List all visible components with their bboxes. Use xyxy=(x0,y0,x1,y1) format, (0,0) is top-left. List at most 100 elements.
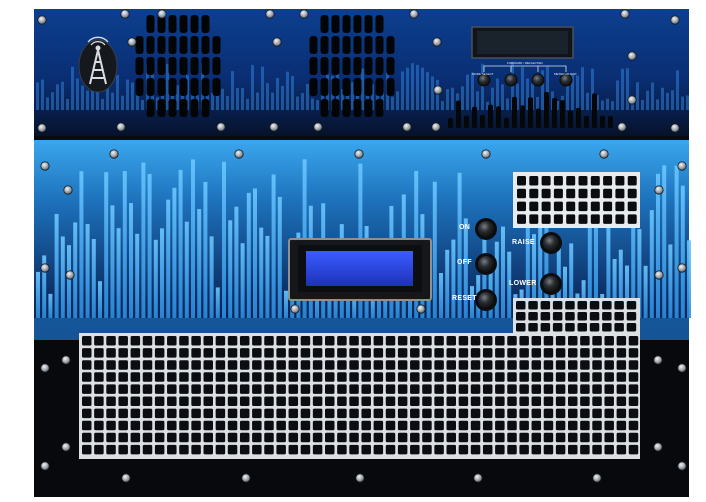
grille-hole xyxy=(604,396,614,406)
grille-hole xyxy=(215,396,226,406)
mid-vent-grille xyxy=(513,298,640,334)
eq-bar xyxy=(240,243,245,318)
grille-hole xyxy=(543,336,554,346)
vent-slot xyxy=(146,36,155,54)
eq-bar xyxy=(296,96,299,110)
grille-hole xyxy=(154,408,165,419)
grille-hole xyxy=(555,384,566,394)
grille-hole xyxy=(541,201,551,212)
grille-hole xyxy=(276,444,286,455)
grille-hole xyxy=(227,384,238,394)
vent-slot xyxy=(179,99,188,117)
grille-hole xyxy=(470,420,481,431)
grille-hole xyxy=(252,432,262,443)
grille-hole xyxy=(288,408,299,419)
grille-hole xyxy=(555,444,566,455)
grille-hole xyxy=(142,396,153,406)
vent-slot xyxy=(353,36,362,54)
grille-hole xyxy=(167,360,177,370)
grille-hole xyxy=(565,312,575,321)
grille-hole xyxy=(627,188,637,199)
grille-hole xyxy=(458,384,469,394)
eq-bar xyxy=(236,87,239,110)
grille-hole xyxy=(325,420,335,431)
eq-bar xyxy=(259,227,264,318)
eq-bar xyxy=(601,100,604,110)
grille-hole xyxy=(154,372,165,382)
grille-hole xyxy=(154,348,165,358)
grille-hole xyxy=(94,432,104,443)
eq-bar xyxy=(277,196,282,318)
vent-slot xyxy=(157,57,166,75)
eq-bar xyxy=(256,92,259,110)
grille-hole xyxy=(482,336,493,346)
grille-hole xyxy=(568,384,578,394)
eq-bar xyxy=(271,92,274,110)
eq-bar xyxy=(184,221,189,318)
grille-hole xyxy=(517,214,526,224)
vent-slot xyxy=(375,15,384,33)
grille-hole xyxy=(203,396,213,406)
grille-hole xyxy=(252,372,262,382)
vent-slot xyxy=(320,57,329,75)
screw xyxy=(37,15,47,25)
grille-hole xyxy=(179,384,189,394)
grille-hole xyxy=(325,360,335,370)
grille-hole xyxy=(446,396,456,406)
grille-hole xyxy=(580,384,590,394)
grille-hole xyxy=(604,384,614,394)
screw xyxy=(299,9,309,19)
vent-slot xyxy=(320,15,329,33)
eq-bar xyxy=(649,210,654,318)
grille-hole xyxy=(531,420,542,431)
grille-hole xyxy=(215,432,226,443)
grille-hole xyxy=(616,408,627,419)
vent-slot xyxy=(135,36,144,54)
grille-hole xyxy=(349,384,359,394)
grille-hole xyxy=(458,420,469,431)
eq-bar xyxy=(431,76,434,110)
grille-hole xyxy=(167,372,177,382)
grille-hole xyxy=(203,336,213,346)
grille-hole xyxy=(495,408,505,419)
grille-hole xyxy=(565,301,575,310)
grille-hole xyxy=(410,336,420,346)
grille-hole xyxy=(531,360,542,370)
eq-bar xyxy=(451,239,456,318)
small-vent-grille xyxy=(513,172,640,228)
grille-hole xyxy=(154,444,165,455)
grille-hole xyxy=(470,384,481,394)
grille-hole xyxy=(614,312,624,321)
grille-hole xyxy=(361,444,371,455)
grille-hole xyxy=(410,372,420,382)
eq-bar xyxy=(122,171,127,318)
grille-hole xyxy=(555,396,566,406)
screw xyxy=(40,263,50,273)
grille-hole xyxy=(325,384,335,394)
grille-hole xyxy=(300,420,311,431)
eq-bar xyxy=(41,79,44,110)
grille-hole xyxy=(264,348,274,358)
grille-hole xyxy=(276,372,286,382)
grille-hole xyxy=(373,444,384,455)
grille-hole xyxy=(482,408,493,419)
grille-hole xyxy=(167,408,177,419)
vent-slot xyxy=(168,36,177,54)
button-cap xyxy=(543,235,559,251)
grille-hole xyxy=(215,420,226,431)
grille-hole xyxy=(517,201,526,212)
grille-hole xyxy=(540,312,551,321)
eq-bar xyxy=(281,85,284,110)
grille-hole xyxy=(215,444,226,455)
grille-hole xyxy=(191,336,201,346)
vent-slot xyxy=(364,36,373,54)
grille-hole xyxy=(239,348,250,358)
vent-slot xyxy=(146,57,155,75)
grille-hole xyxy=(628,336,639,346)
eq-bar xyxy=(54,213,59,318)
eq-bar xyxy=(166,199,171,318)
eq-bar xyxy=(191,159,195,318)
grille-hole xyxy=(118,420,128,431)
grille-hole xyxy=(264,420,274,431)
eq-bar xyxy=(126,79,129,110)
